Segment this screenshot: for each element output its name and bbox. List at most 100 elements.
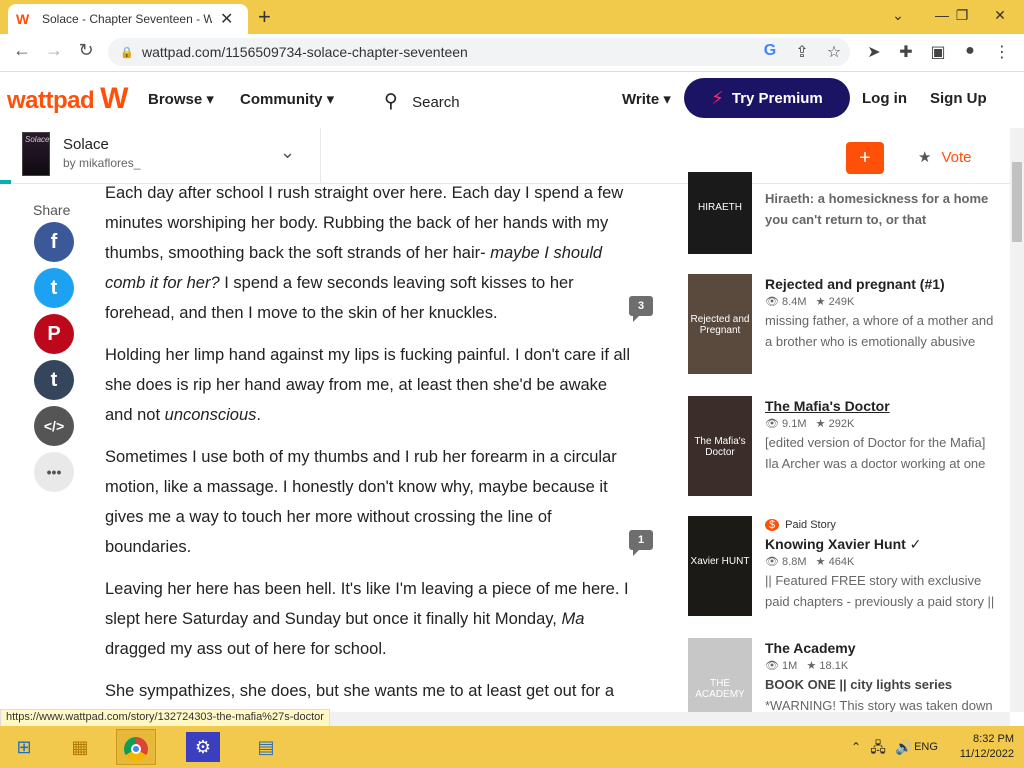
recommendation-description: Hiraeth: a homesickness for a home you c… bbox=[765, 191, 989, 227]
paragraph: Leaving her here has been hell. It's lik… bbox=[105, 580, 629, 658]
paragraph: She sympathizes, she does, but she wants… bbox=[105, 682, 615, 700]
story-stats: 👁 8.8M ★ 464K bbox=[765, 556, 855, 568]
file-explorer-icon[interactable]: ▦ bbox=[60, 729, 100, 765]
story-cover-thumbnail[interactable]: HIRAETH bbox=[688, 172, 752, 254]
recommendation-info: $ Paid Story Knowing Xavier Hunt ✓ 👁 8.8M ★… bbox=[765, 516, 1000, 612]
wattpad-favicon-icon: W bbox=[16, 11, 30, 27]
story-stats: 👁 1M ★ 18.1K bbox=[765, 660, 849, 672]
side-panel-icon[interactable]: ▣ bbox=[926, 42, 950, 62]
forward-icon[interactable]: → bbox=[42, 40, 66, 61]
story-stats: 👁 8.4M ★ 249K bbox=[765, 296, 855, 308]
recommendation-description: [edited version of Doctor for the Mafia]… bbox=[765, 435, 986, 471]
votes-star-icon: ★ bbox=[815, 418, 826, 430]
votes-star-icon: ★ bbox=[815, 296, 826, 308]
site-header: wattpad W Browse ▾ Community ▾ ⚲ Search W… bbox=[0, 72, 1024, 128]
settings-gear-icon[interactable]: ⚙ bbox=[186, 732, 220, 762]
story-cover-thumbnail[interactable]: Rejected and Pregnant bbox=[688, 274, 752, 374]
search-icon: ⚲ bbox=[384, 91, 398, 112]
link-status-bubble: https://www.wattpad.com/story/132724303-… bbox=[0, 709, 330, 727]
paragraph: Each day after school I rush straight ov… bbox=[105, 184, 624, 322]
share-pinterest-icon[interactable]: P bbox=[34, 314, 74, 354]
reading-progress-bar bbox=[0, 180, 11, 184]
extensions-puzzle-icon[interactable]: ✚ bbox=[894, 42, 918, 62]
close-tab-icon[interactable]: ✕ bbox=[220, 9, 233, 29]
recommendation-info: Rejected and pregnant (#1) 👁 8.4M ★ 249K m… bbox=[765, 274, 1000, 352]
add-to-library-button[interactable]: + bbox=[846, 142, 884, 174]
recommendation-description: missing father, a whore of a mother and … bbox=[765, 313, 994, 349]
logo-text: wattpad bbox=[7, 87, 95, 114]
paid-story-badge: $ Paid Story bbox=[765, 516, 1000, 534]
story-header: Solace Solace by mikaflores_ ⌄ + ★ Vote bbox=[0, 128, 1010, 184]
share-twitter-icon[interactable]: t bbox=[34, 268, 74, 308]
inline-comment-count[interactable]: 1 bbox=[629, 530, 653, 556]
recommendation-title[interactable]: Knowing Xavier Hunt ✓ bbox=[765, 534, 1000, 554]
try-premium-button[interactable]: ⚡ Try Premium bbox=[684, 78, 850, 118]
paragraph: Holding her limp hand against my lips is… bbox=[105, 346, 630, 424]
chapter-text: Each day after school I rush straight ov… bbox=[105, 178, 630, 708]
share-embed-icon[interactable]: </> bbox=[34, 406, 74, 446]
story-title[interactable]: Solace bbox=[63, 136, 109, 153]
profile-avatar-icon[interactable]: ● bbox=[958, 42, 982, 60]
lock-icon: 🔒 bbox=[120, 46, 134, 59]
lightning-bolt-icon: ⚡ bbox=[711, 87, 724, 108]
story-cover[interactable]: Solace bbox=[22, 132, 50, 176]
reads-eye-icon: 👁 bbox=[765, 660, 779, 672]
chevron-down-icon[interactable]: ⌄ bbox=[280, 142, 295, 163]
tab-title: Solace - Chapter Seventeen - Wa bbox=[42, 12, 212, 26]
wattpad-w-icon: W bbox=[100, 82, 128, 115]
chrome-icon[interactable] bbox=[116, 729, 156, 765]
url-text: wattpad.com/1156509734-solace-chapter-se… bbox=[142, 44, 468, 60]
browse-menu[interactable]: Browse ▾ bbox=[148, 90, 214, 108]
signup-link[interactable]: Sign Up bbox=[930, 90, 987, 107]
address-bar[interactable]: 🔒 wattpad.com/1156509734-solace-chapter-… bbox=[108, 38, 850, 66]
new-tab-icon[interactable]: + bbox=[258, 4, 271, 30]
scrollbar-thumb[interactable] bbox=[1012, 162, 1022, 242]
inline-comment-count[interactable]: 3 bbox=[629, 296, 653, 322]
menu-kebab-icon[interactable]: ⋮ bbox=[990, 42, 1014, 62]
coin-icon: $ bbox=[765, 519, 780, 531]
tab-search-chevron-icon[interactable]: ⌄ bbox=[880, 0, 916, 30]
star-icon: ★ bbox=[918, 149, 932, 166]
story-author[interactable]: by mikaflores_ bbox=[63, 156, 140, 170]
recommendation-info: The Academy 👁 1M ★ 18.1K BOOK ONE || city … bbox=[765, 638, 1000, 716]
story-cover-thumbnail[interactable]: Xavier HUNT bbox=[688, 516, 752, 616]
recommendation-description: BOOK ONE || city lights series bbox=[765, 677, 953, 692]
recommendation-title[interactable]: The Academy bbox=[765, 638, 1000, 658]
vote-button[interactable]: ★ Vote bbox=[918, 148, 971, 166]
header-divider bbox=[320, 128, 321, 184]
cursor-extension-icon[interactable]: ➤ bbox=[862, 42, 886, 62]
votes-star-icon: ★ bbox=[815, 556, 826, 568]
login-link[interactable]: Log in bbox=[862, 90, 907, 107]
share-page-icon[interactable]: ⇪ bbox=[790, 42, 814, 62]
recommendation-title[interactable]: Rejected and pregnant (#1) bbox=[765, 274, 1000, 294]
votes-star-icon: ★ bbox=[806, 660, 817, 672]
search-button[interactable]: ⚲ Search bbox=[384, 90, 460, 113]
google-icon[interactable]: G bbox=[758, 42, 782, 60]
paragraph: Sometimes I use both of my thumbs and I … bbox=[105, 448, 617, 556]
language-indicator[interactable]: ENG bbox=[908, 729, 944, 765]
browser-toolbar: ← → ↻ 🔒 wattpad.com/1156509734-solace-ch… bbox=[0, 34, 1024, 72]
community-menu[interactable]: Community ▾ bbox=[240, 90, 334, 108]
control-panel-icon[interactable]: ▤ bbox=[246, 729, 286, 765]
story-cover-thumbnail[interactable]: The Mafia's Doctor bbox=[688, 396, 752, 496]
browser-tab[interactable]: W Solace - Chapter Seventeen - Wa ✕ bbox=[8, 4, 248, 34]
share-label: Share bbox=[33, 202, 71, 218]
start-windows-icon[interactable]: ⊞ bbox=[4, 729, 44, 765]
wattpad-logo[interactable]: wattpad W bbox=[7, 82, 128, 116]
recommendation-title[interactable]: The Mafia's Doctor bbox=[765, 396, 1000, 416]
bookmark-star-icon[interactable]: ☆ bbox=[822, 42, 846, 62]
back-icon[interactable]: ← bbox=[10, 40, 34, 61]
reads-eye-icon: 👁 bbox=[765, 296, 779, 308]
write-menu[interactable]: Write ▾ bbox=[622, 90, 671, 108]
recommendation-info: Hiraeth: a homesickness for a home you c… bbox=[765, 188, 1000, 230]
story-stats: 👁 9.1M ★ 292K bbox=[765, 418, 855, 430]
close-window-icon[interactable]: ✕ bbox=[982, 0, 1018, 30]
restore-icon[interactable]: ❐ bbox=[944, 0, 980, 30]
share-tumblr-icon[interactable]: t bbox=[34, 360, 74, 400]
windows-taskbar: ⊞ ▦ ⚙ ▤ ⌃ 🖧 🔊 ENG bbox=[0, 726, 1024, 768]
share-facebook-icon[interactable]: f bbox=[34, 222, 74, 262]
reads-eye-icon: 👁 bbox=[765, 556, 779, 568]
share-more-icon[interactable]: ••• bbox=[34, 452, 74, 492]
reload-icon[interactable]: ↻ bbox=[74, 40, 98, 61]
system-clock[interactable]: 8:32 PM 11/12/2022 bbox=[948, 732, 1014, 762]
